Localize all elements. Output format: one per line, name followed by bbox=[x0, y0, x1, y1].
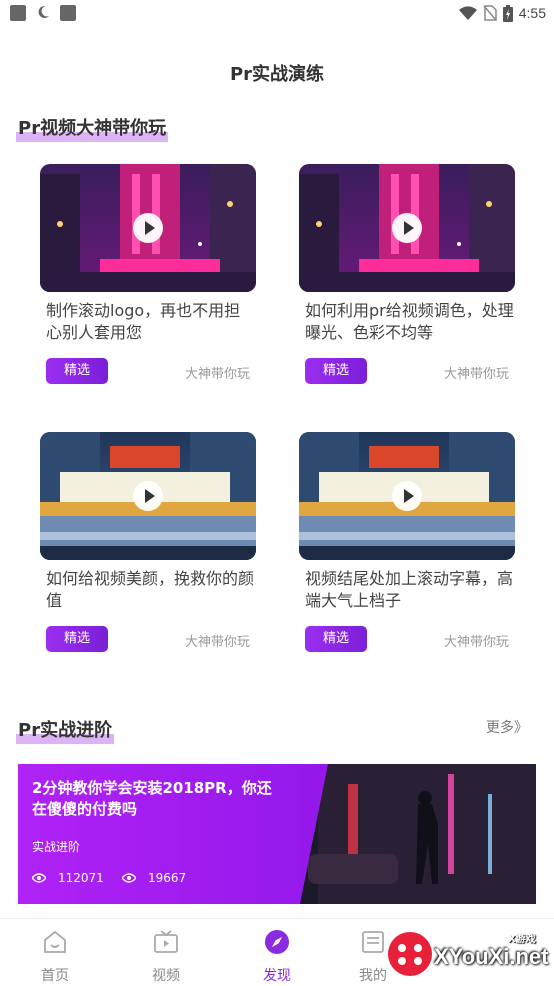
views-count: 112071 bbox=[58, 871, 104, 885]
plays-stat: 19667 bbox=[122, 871, 186, 885]
card-title[interactable]: 视频结尾处加上滚动字幕，高端大气上档子 bbox=[299, 568, 515, 612]
card-title[interactable]: 如何利用pr给视频调色，处理曝光、色彩不均等 bbox=[299, 300, 515, 344]
no-sim-icon bbox=[483, 5, 497, 21]
video-thumbnail[interactable] bbox=[299, 432, 515, 560]
section-title-pr-advanced: Pr实战进阶 bbox=[16, 716, 115, 744]
page-title: Pr实战演练 bbox=[229, 64, 325, 85]
banner-category: 实战进阶 bbox=[32, 840, 81, 854]
featured-tag: 精选 bbox=[46, 358, 108, 384]
more-link[interactable]: 更多》 bbox=[486, 717, 528, 737]
status-bar: 4:55 bbox=[0, 0, 554, 26]
tv-icon bbox=[154, 930, 178, 953]
video-card[interactable]: 制作滚动logo，再也不用担心别人套用您 精选 大神带你玩 bbox=[40, 164, 256, 384]
video-thumbnail[interactable] bbox=[40, 432, 256, 560]
author-label: 大神带你玩 bbox=[443, 635, 509, 650]
clock: 4:55 bbox=[518, 5, 546, 21]
compass-icon bbox=[265, 930, 289, 954]
watermark-text: XYouXi.net bbox=[434, 944, 549, 969]
moon-icon bbox=[38, 5, 49, 18]
views-stat: 112071 bbox=[32, 871, 104, 885]
nav-item-discover[interactable]: 发现 bbox=[247, 929, 307, 985]
featured-tag: 精选 bbox=[305, 358, 367, 384]
author-label: 大神带你玩 bbox=[184, 367, 250, 382]
video-card[interactable]: 视频结尾处加上滚动字幕，高端大气上档子 精选 大神带你玩 bbox=[299, 432, 515, 652]
banner-title[interactable]: 2分钟教你学会安装2018PR，你还在傻傻的付费吗 bbox=[32, 778, 282, 820]
battery-icon bbox=[502, 4, 513, 22]
section-title-text: Pr视频大神带你玩 bbox=[18, 118, 167, 139]
author-label: 大神带你玩 bbox=[443, 367, 509, 382]
nav-item-home[interactable]: 首页 bbox=[25, 929, 85, 985]
section-title-pr-video: Pr视频大神带你玩 bbox=[16, 114, 169, 142]
home-icon bbox=[44, 930, 66, 953]
video-thumbnail[interactable] bbox=[40, 164, 256, 292]
wifi-icon bbox=[458, 6, 477, 20]
video-card[interactable]: 如何利用pr给视频调色，处理曝光、色彩不均等 精选 大神带你玩 bbox=[299, 164, 515, 384]
profile-icon bbox=[362, 931, 384, 953]
nav-label: 首页 bbox=[41, 968, 69, 984]
play-icon[interactable] bbox=[133, 213, 163, 243]
author-label: 大神带你玩 bbox=[184, 635, 250, 650]
video-card[interactable]: 如何给视频美颜，挽救你的颜值 精选 大神带你玩 bbox=[40, 432, 256, 652]
app-square-icon bbox=[60, 5, 76, 21]
watermark-sub: X游戏 bbox=[508, 934, 536, 945]
nav-label: 发现 bbox=[263, 968, 291, 984]
play-icon[interactable] bbox=[392, 213, 422, 243]
section-title-text: Pr实战进阶 bbox=[18, 720, 113, 741]
nav-label: 视频 bbox=[152, 968, 180, 984]
play-icon[interactable] bbox=[392, 481, 422, 511]
eye-icon bbox=[122, 873, 136, 883]
card-title[interactable]: 如何给视频美颜，挽救你的颜值 bbox=[40, 568, 256, 612]
card-title[interactable]: 制作滚动logo，再也不用担心别人套用您 bbox=[40, 300, 256, 344]
eye-icon bbox=[32, 873, 46, 883]
plays-count: 19667 bbox=[148, 871, 187, 885]
app-square-icon bbox=[10, 5, 26, 21]
nav-item-video[interactable]: 视频 bbox=[136, 929, 196, 985]
featured-tag: 精选 bbox=[305, 626, 367, 652]
featured-banner[interactable]: 2分钟教你学会安装2018PR，你还在傻傻的付费吗 实战进阶 112071 19… bbox=[18, 764, 536, 904]
play-icon[interactable] bbox=[133, 481, 163, 511]
video-thumbnail[interactable] bbox=[299, 164, 515, 292]
featured-tag: 精选 bbox=[46, 626, 108, 652]
